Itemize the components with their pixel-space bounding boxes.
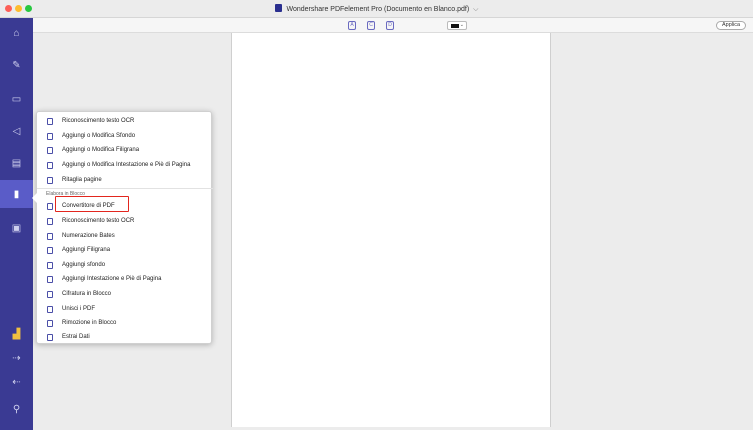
- merge-icon: [47, 305, 53, 313]
- lock-icon: [47, 290, 53, 298]
- menu-item-batch-ocr[interactable]: Riconoscimento testo OCR: [37, 214, 213, 228]
- sidebar-item-comment[interactable]: ▭: [0, 85, 33, 113]
- menu-item-label: Unisci i PDF: [62, 306, 96, 312]
- menu-item-batch-encrypt[interactable]: Cifratura in Blocco: [37, 287, 213, 301]
- convert-icon: [47, 202, 53, 210]
- sidebar-item-home[interactable]: ⌂: [0, 19, 33, 47]
- ocr-icon: [47, 117, 53, 125]
- highlight-box: [55, 196, 129, 212]
- menu-item-batch-watermark[interactable]: Aggiungi Filigrana: [37, 243, 213, 257]
- tools-dropdown-menu: Riconoscimento testo OCR Aggiungi o Modi…: [32, 111, 213, 344]
- window-title-text: Wondershare PDFelement Pro (Documento en…: [286, 6, 470, 13]
- image-icon: ▣: [11, 222, 22, 234]
- extract-icon: [47, 333, 53, 341]
- menu-item-label: Numerazione Bates: [62, 233, 115, 239]
- account-icon: ⚲: [12, 403, 21, 415]
- menu-item-label: Aggiungi o Modifica Filigrana: [62, 147, 140, 153]
- menu-item-batch-header-footer[interactable]: Aggiungi Intestazione e Piè di Pagina: [37, 272, 213, 286]
- send-icon: ◁: [12, 125, 21, 137]
- toolbar: A C D ⌄ Applica: [33, 18, 753, 33]
- trash-icon: [47, 319, 53, 327]
- header-footer-icon: [47, 161, 53, 169]
- menu-item-batch-remove[interactable]: Rimozione in Blocco: [37, 316, 213, 330]
- menu-item-batch-merge[interactable]: Unisci i PDF: [37, 302, 213, 316]
- background-icon: [47, 261, 53, 269]
- menu-item-label: Cifratura in Blocco: [62, 291, 112, 297]
- sidebar-item-edit[interactable]: ✎: [0, 51, 33, 79]
- edit-icon: ✎: [12, 59, 21, 71]
- menu-item-label: Estrai Dati: [62, 334, 90, 340]
- ocr-tool-icon[interactable]: A: [348, 21, 356, 30]
- ocr-icon: [47, 217, 53, 225]
- document-page[interactable]: [231, 33, 551, 427]
- crop-icon: [47, 176, 53, 184]
- chart-icon: ▟: [12, 328, 21, 340]
- sidebar-item-image[interactable]: ▣: [0, 214, 33, 242]
- watermark-icon: [47, 246, 53, 254]
- menu-item-label: Riconoscimento testo OCR: [62, 218, 135, 224]
- color-select[interactable]: ⌄: [447, 21, 467, 30]
- menu-item-header-footer[interactable]: Aggiungi o Modifica Intestazione e Piè d…: [37, 158, 213, 172]
- collapse-icon: ⇢: [12, 352, 21, 364]
- watermark-icon: [47, 146, 53, 154]
- back-icon: ⇠: [12, 376, 21, 388]
- menu-item-batch-background[interactable]: Aggiungi sfondo: [37, 258, 213, 272]
- comment-icon: ▭: [11, 93, 22, 105]
- menu-divider: [37, 188, 213, 189]
- menu-item-label: Aggiungi o Modifica Intestazione e Piè d…: [62, 162, 191, 168]
- menu-item-label: Aggiungi Intestazione e Piè di Pagina: [62, 276, 162, 282]
- menu-item-watermark[interactable]: Aggiungi o Modifica Filigrana: [37, 143, 213, 157]
- menu-item-label: Rimozione in Blocco: [62, 320, 117, 326]
- sidebar: ⌂ ✎ ▭ ◁ ▤ ▮ ▣ ▟ ⇢ ⇠ ⚲: [0, 18, 33, 430]
- color-swatch: [451, 24, 459, 28]
- home-icon: ⌂: [13, 27, 20, 39]
- menu-item-background[interactable]: Aggiungi o Modifica Sfondo: [37, 129, 213, 143]
- header-footer-icon: [47, 275, 53, 283]
- menu-item-label: Riconoscimento testo OCR: [62, 118, 135, 124]
- background-icon: [47, 132, 53, 140]
- chevron-down-icon: ⌄: [459, 22, 464, 28]
- menu-item-batch-bates[interactable]: Numerazione Bates: [37, 229, 213, 243]
- menu-item-label: Aggiungi sfondo: [62, 262, 106, 268]
- window-title[interactable]: Wondershare PDFelement Pro (Documento en…: [0, 4, 753, 14]
- menu-item-label: Aggiungi Filigrana: [62, 247, 111, 253]
- menu-item-crop[interactable]: Ritaglia pagine: [37, 173, 213, 187]
- document-tool-icon[interactable]: D: [386, 21, 394, 30]
- menu-item-ocr[interactable]: Riconoscimento testo OCR: [37, 114, 213, 128]
- menu-item-label: Ritaglia pagine: [62, 177, 102, 183]
- title-bar: Wondershare PDFelement Pro (Documento en…: [0, 0, 753, 18]
- menu-item-label: Aggiungi o Modifica Sfondo: [62, 133, 136, 139]
- sidebar-item-back[interactable]: ⇠: [0, 368, 33, 396]
- chevron-down-icon: ⌵: [473, 6, 479, 13]
- bates-icon: [47, 232, 53, 240]
- form-icon: ▤: [11, 157, 22, 169]
- sidebar-item-send[interactable]: ◁: [0, 117, 33, 145]
- pdfelement-app-icon: [274, 4, 282, 12]
- sidebar-item-tools[interactable]: ▮: [0, 180, 33, 208]
- apply-button[interactable]: Applica: [716, 21, 746, 30]
- sidebar-item-form[interactable]: ▤: [0, 149, 33, 177]
- sidebar-item-account[interactable]: ⚲: [0, 395, 33, 423]
- convert-tool-icon[interactable]: C: [367, 21, 375, 30]
- menu-item-batch-extract[interactable]: Estrai Dati: [37, 330, 213, 344]
- tools-icon: ▮: [13, 188, 20, 200]
